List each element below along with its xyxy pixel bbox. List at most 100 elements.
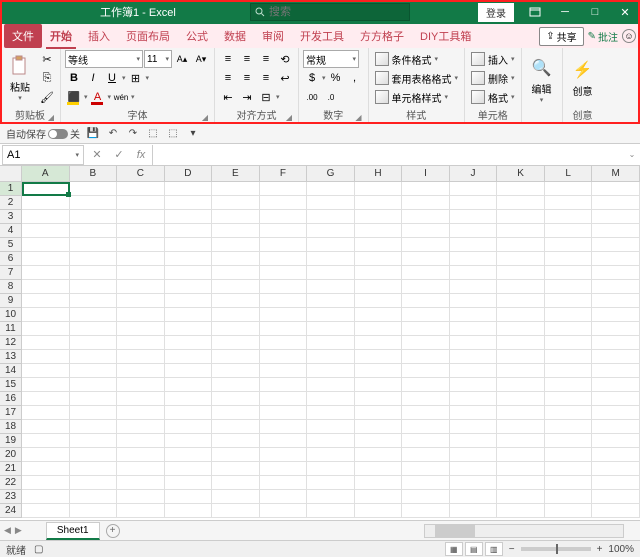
cell[interactable] (592, 210, 640, 224)
select-all-corner[interactable] (0, 166, 22, 182)
cell[interactable] (165, 420, 213, 434)
cell[interactable] (212, 336, 260, 350)
cell[interactable] (545, 490, 593, 504)
sheet-tab[interactable]: Sheet1 (46, 522, 100, 540)
cell-styles-button[interactable]: 单元格样式▾ (373, 88, 461, 106)
cell[interactable] (22, 182, 70, 196)
cell[interactable] (70, 196, 118, 210)
comma-icon[interactable]: , (346, 69, 364, 87)
cell[interactable] (212, 294, 260, 308)
dialog-launcher-icon[interactable]: ◢ (202, 113, 208, 122)
cell[interactable] (497, 224, 545, 238)
cell[interactable] (212, 406, 260, 420)
cell[interactable] (402, 434, 450, 448)
increase-decimal-icon[interactable]: .00 (303, 88, 321, 106)
cell[interactable] (592, 252, 640, 266)
cell[interactable] (402, 420, 450, 434)
wrap-text-icon[interactable]: ↩ (276, 69, 294, 87)
cell[interactable] (355, 448, 403, 462)
cell[interactable] (497, 364, 545, 378)
qat-customize-icon[interactable]: ▾ (186, 127, 200, 141)
cell[interactable] (402, 266, 450, 280)
bold-button[interactable]: B (65, 69, 83, 87)
cell[interactable] (355, 336, 403, 350)
cell[interactable] (355, 266, 403, 280)
cell[interactable] (117, 448, 165, 462)
cell[interactable] (260, 364, 308, 378)
redo-icon[interactable]: ↷ (126, 127, 140, 141)
cell[interactable] (22, 350, 70, 364)
cell[interactable] (497, 476, 545, 490)
undo-icon[interactable]: ↶ (106, 127, 120, 141)
cell[interactable] (450, 238, 498, 252)
cell[interactable] (592, 294, 640, 308)
tab-page-layout[interactable]: 页面布局 (118, 24, 178, 48)
cell[interactable] (260, 252, 308, 266)
cell[interactable] (165, 504, 213, 518)
sheet-nav-next-icon[interactable]: ▶ (15, 525, 22, 536)
cell[interactable] (497, 182, 545, 196)
cell[interactable] (212, 210, 260, 224)
cell[interactable] (355, 420, 403, 434)
cell[interactable] (545, 336, 593, 350)
cell[interactable] (165, 182, 213, 196)
row-header[interactable]: 6 (0, 252, 21, 266)
cell[interactable] (545, 308, 593, 322)
cell[interactable] (22, 252, 70, 266)
cell[interactable] (450, 210, 498, 224)
row-headers[interactable]: 123456789101112131415161718192021222324 (0, 182, 22, 518)
cell[interactable] (260, 434, 308, 448)
cell[interactable] (355, 224, 403, 238)
cell[interactable] (592, 322, 640, 336)
cell[interactable] (22, 196, 70, 210)
decrease-font-icon[interactable]: A▾ (192, 50, 210, 68)
cell[interactable] (402, 224, 450, 238)
tab-insert[interactable]: 插入 (80, 24, 118, 48)
cell[interactable] (355, 406, 403, 420)
cell[interactable] (117, 420, 165, 434)
cell[interactable] (450, 406, 498, 420)
cell[interactable] (592, 238, 640, 252)
cell[interactable] (165, 336, 213, 350)
cell[interactable] (497, 420, 545, 434)
cell[interactable] (355, 252, 403, 266)
cell[interactable] (260, 196, 308, 210)
cell[interactable] (545, 504, 593, 518)
dialog-launcher-icon[interactable]: ◢ (286, 113, 292, 122)
cell[interactable] (22, 504, 70, 518)
italic-button[interactable]: I (84, 69, 102, 87)
cell[interactable] (592, 280, 640, 294)
cell[interactable] (117, 322, 165, 336)
page-layout-view-icon[interactable]: ▤ (465, 542, 483, 556)
cell[interactable] (545, 182, 593, 196)
cell[interactable] (402, 196, 450, 210)
cell[interactable] (402, 462, 450, 476)
formula-input[interactable] (153, 145, 624, 165)
cell[interactable] (545, 224, 593, 238)
zoom-out-icon[interactable]: − (509, 544, 515, 555)
cell[interactable] (450, 462, 498, 476)
cell[interactable] (497, 252, 545, 266)
cell[interactable] (497, 448, 545, 462)
insert-cells-button[interactable]: 插入▾ (469, 50, 517, 68)
cell[interactable] (545, 406, 593, 420)
ideas-button[interactable]: ⚡ 创意 (567, 50, 599, 106)
cell[interactable] (307, 504, 355, 518)
cell[interactable] (592, 350, 640, 364)
cell[interactable] (70, 182, 118, 196)
cell[interactable] (165, 196, 213, 210)
cell[interactable] (165, 210, 213, 224)
cell[interactable] (592, 476, 640, 490)
cell[interactable] (497, 336, 545, 350)
cell[interactable] (212, 476, 260, 490)
cell[interactable] (260, 266, 308, 280)
cell[interactable] (307, 322, 355, 336)
cell[interactable] (307, 350, 355, 364)
cell[interactable] (592, 196, 640, 210)
cell[interactable] (22, 238, 70, 252)
cell[interactable] (402, 378, 450, 392)
cell[interactable] (22, 364, 70, 378)
row-header[interactable]: 7 (0, 266, 21, 280)
cell[interactable] (497, 238, 545, 252)
table-format-button[interactable]: 套用表格格式▾ (373, 69, 461, 87)
